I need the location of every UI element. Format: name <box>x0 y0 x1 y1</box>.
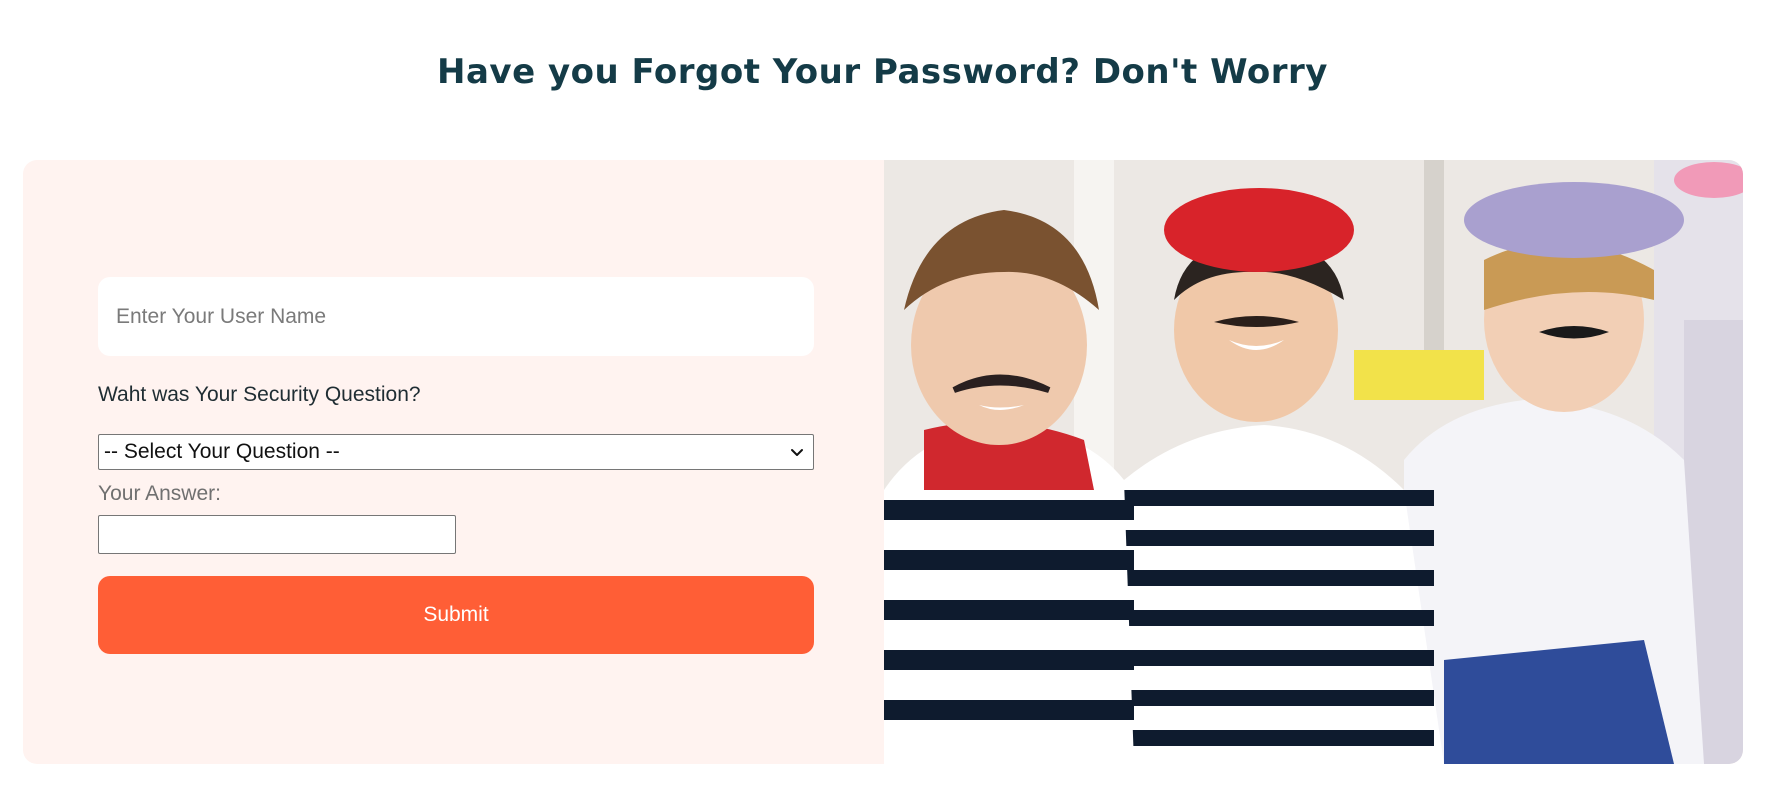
kids-costume-photo <box>884 160 1743 764</box>
page-title: Have you Forgot Your Password? Don't Wor… <box>437 52 1328 92</box>
chevron-down-icon <box>791 449 803 456</box>
username-input[interactable] <box>98 277 814 356</box>
forgot-password-form: Waht was Your Security Question? -- Sele… <box>98 277 814 654</box>
security-question-label: Waht was Your Security Question? <box>98 383 421 406</box>
forgot-password-card: Waht was Your Security Question? -- Sele… <box>23 160 1743 764</box>
answer-input[interactable] <box>98 515 456 554</box>
security-question-select[interactable]: -- Select Your Question -- <box>98 434 814 470</box>
submit-button[interactable]: Submit <box>98 576 814 654</box>
security-question-selected-value: -- Select Your Question -- <box>104 440 340 463</box>
answer-label: Your Answer: <box>98 482 221 505</box>
